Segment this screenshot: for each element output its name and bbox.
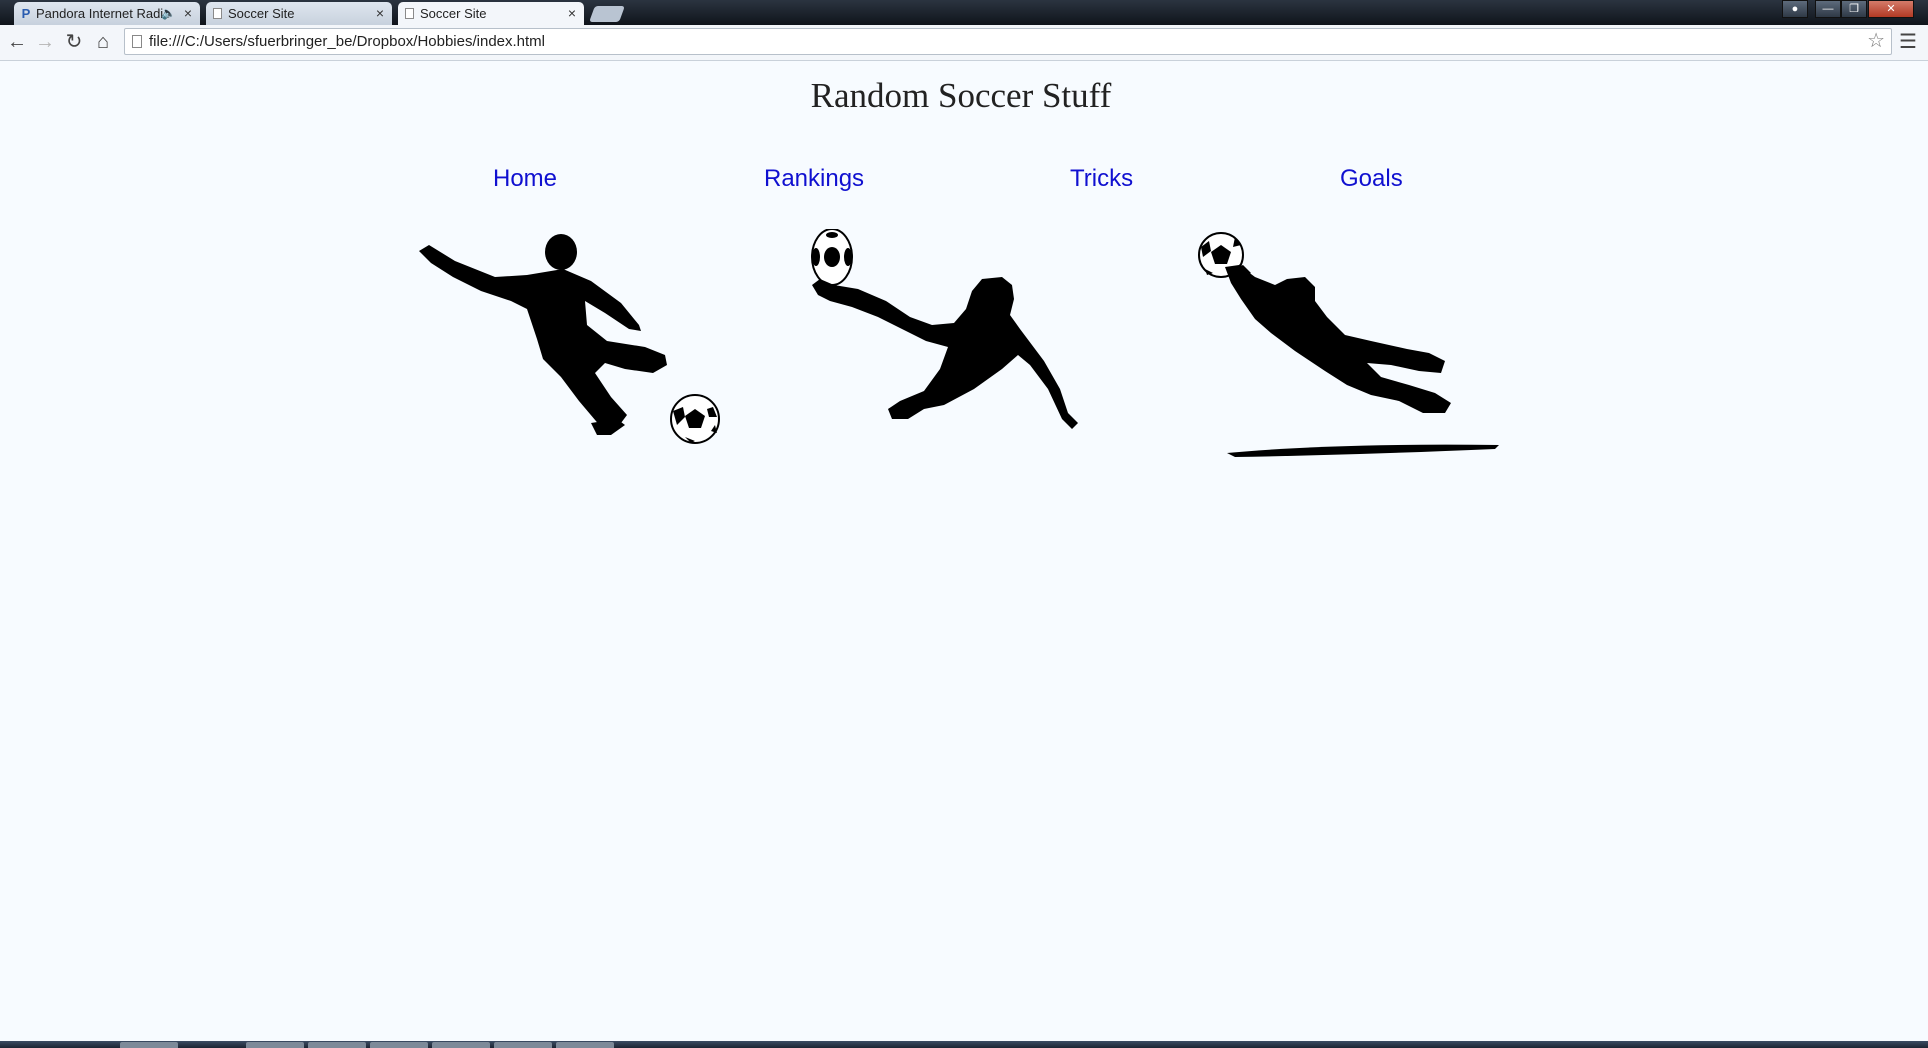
taskbar-item[interactable]: [494, 1042, 552, 1048]
taskbar-item[interactable]: [370, 1042, 428, 1048]
restore-button[interactable]: ❐: [1841, 0, 1867, 18]
tab-soccer-site-1[interactable]: Soccer Site ×: [206, 2, 392, 25]
taskbar-item[interactable]: [432, 1042, 490, 1048]
new-tab-button[interactable]: [589, 6, 625, 22]
url-text[interactable]: file:///C:/Users/sfuerbringer_be/Dropbox…: [149, 29, 545, 54]
address-bar[interactable]: file:///C:/Users/sfuerbringer_be/Dropbox…: [124, 28, 1892, 55]
goalkeeper-diving-image: [1198, 232, 1499, 457]
taskbar-item[interactable]: [120, 1042, 178, 1048]
page-title: Random Soccer Stuff: [810, 76, 1112, 115]
page-icon: [132, 35, 142, 48]
page-content: Random Soccer Stuff Home Rankings Tricks…: [0, 61, 1928, 1041]
tab-title: Pandora Internet Radio: [36, 6, 171, 21]
taskbar-item[interactable]: [246, 1042, 304, 1048]
tab-title: Soccer Site: [420, 6, 487, 21]
user-icon[interactable]: ●: [1782, 0, 1808, 18]
page-scrollbar[interactable]: [1920, 61, 1928, 1041]
menu-icon[interactable]: ☰: [1898, 30, 1918, 54]
close-window-button[interactable]: ✕: [1868, 0, 1914, 18]
windows-taskbar: [0, 1041, 1928, 1048]
home-icon[interactable]: ⌂: [91, 30, 115, 54]
page-icon: [213, 8, 222, 19]
taskbar-item[interactable]: [556, 1042, 614, 1048]
soccer-player-kicking-image: [419, 234, 720, 444]
page-icon: [405, 8, 414, 19]
soccer-player-bicycle-kick-image: [811, 229, 1078, 429]
close-tab-icon[interactable]: ×: [376, 2, 384, 25]
nav-link-rankings[interactable]: Rankings: [764, 165, 864, 193]
taskbar-item[interactable]: [308, 1042, 366, 1048]
nav-link-goals[interactable]: Goals: [1340, 165, 1403, 193]
tab-title: Soccer Site: [228, 6, 295, 21]
speaker-icon[interactable]: 🔈: [161, 2, 176, 25]
tab-soccer-site-2[interactable]: Soccer Site ×: [398, 2, 584, 26]
nav-link-tricks[interactable]: Tricks: [1070, 165, 1133, 193]
minimize-button[interactable]: —: [1815, 0, 1841, 18]
pandora-icon: P: [21, 6, 31, 21]
back-arrow-icon[interactable]: ←: [5, 30, 29, 54]
tab-pandora[interactable]: P Pandora Internet Radio 🔈 ×: [14, 2, 200, 25]
nav-link-home[interactable]: Home: [493, 165, 557, 193]
star-icon[interactable]: ☆: [1867, 29, 1885, 54]
close-tab-icon[interactable]: ×: [184, 2, 192, 25]
reload-icon[interactable]: ↻: [62, 30, 86, 54]
browser-title-bar: P Pandora Internet Radio 🔈 × Soccer Site…: [0, 0, 1928, 26]
browser-toolbar: ← → ↻ ⌂ file:///C:/Users/sfuerbringer_be…: [0, 25, 1928, 61]
close-tab-icon[interactable]: ×: [568, 2, 576, 25]
forward-arrow-icon[interactable]: →: [33, 30, 57, 54]
